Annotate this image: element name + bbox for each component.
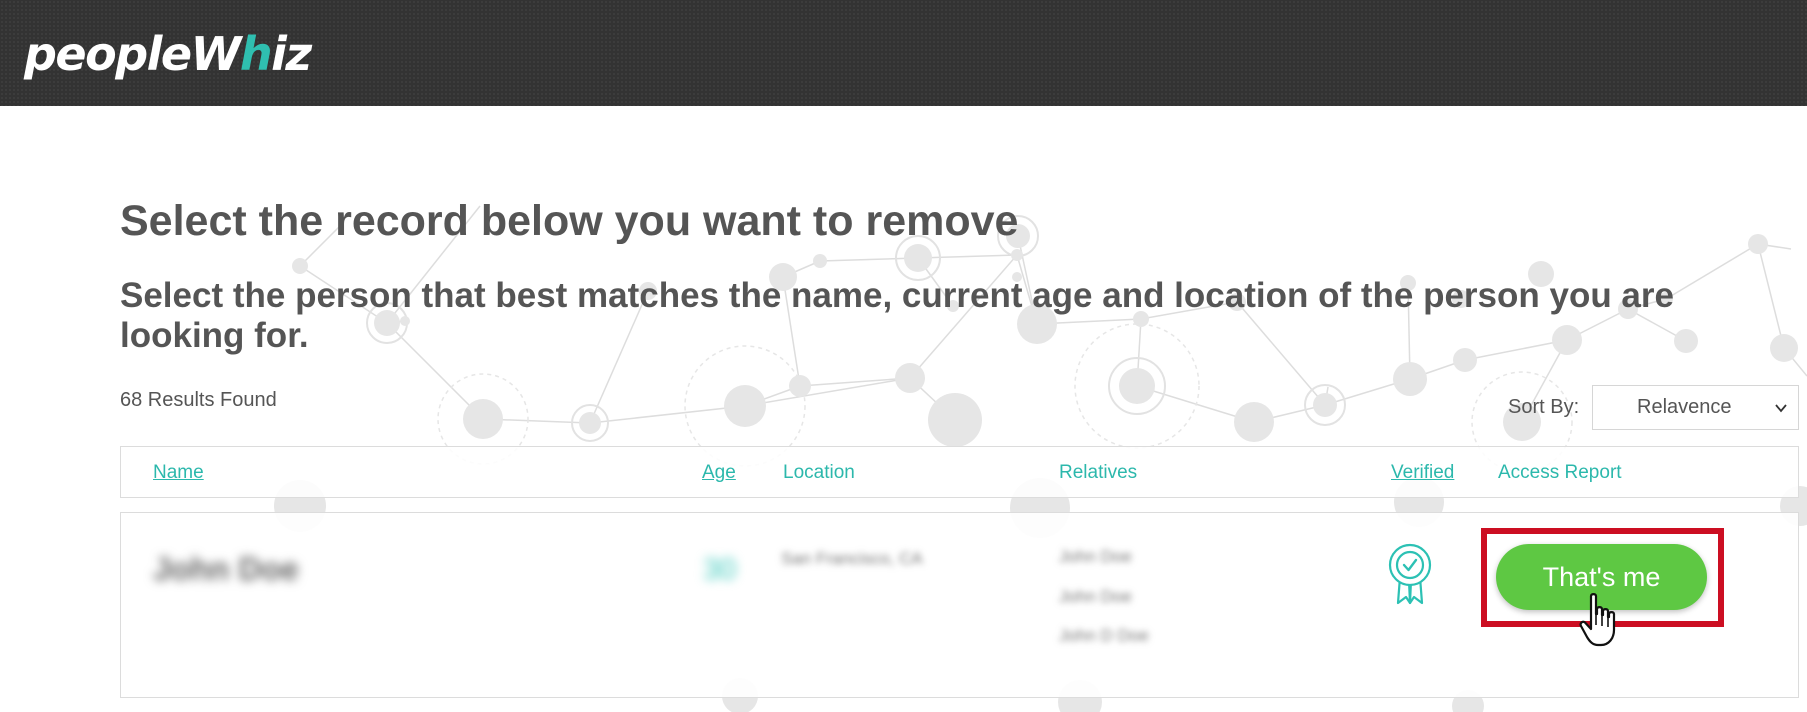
page-subtitle: Select the person that best matches the … <box>120 276 1674 355</box>
hand-pointer-cursor-icon <box>1579 593 1616 647</box>
sort-by-dropdown[interactable]: Relavence <box>1592 385 1799 430</box>
verified-ribbon-icon <box>1388 543 1432 605</box>
record-relative: John D Doe <box>1059 626 1149 645</box>
record-relative: John Doe <box>1059 547 1132 566</box>
main-content: Select the record below you want to remo… <box>0 0 1807 712</box>
sort-selected-value: Relavence <box>1637 396 1732 418</box>
record-relative: John Doe <box>1059 587 1132 606</box>
chevron-down-icon <box>1775 404 1787 413</box>
record-age: 30 <box>703 553 737 586</box>
table-header: Name Age Location Relatives Verified Acc… <box>120 446 1799 498</box>
page-title: Select the record below you want to remo… <box>120 197 1019 245</box>
column-header-age[interactable]: Age <box>702 461 736 485</box>
record-name: John Doe <box>153 551 299 587</box>
column-header-name[interactable]: Name <box>153 461 204 485</box>
sort-by-label: Sort By: <box>1508 396 1580 418</box>
column-header-verified[interactable]: Verified <box>1391 461 1454 485</box>
results-count: 68 Results Found <box>120 389 277 411</box>
column-header-relatives: Relatives <box>1059 462 1138 483</box>
record-location: San Francisco, CA <box>781 549 923 568</box>
column-header-location: Location <box>783 462 855 483</box>
column-header-access-report: Access Report <box>1498 462 1622 483</box>
